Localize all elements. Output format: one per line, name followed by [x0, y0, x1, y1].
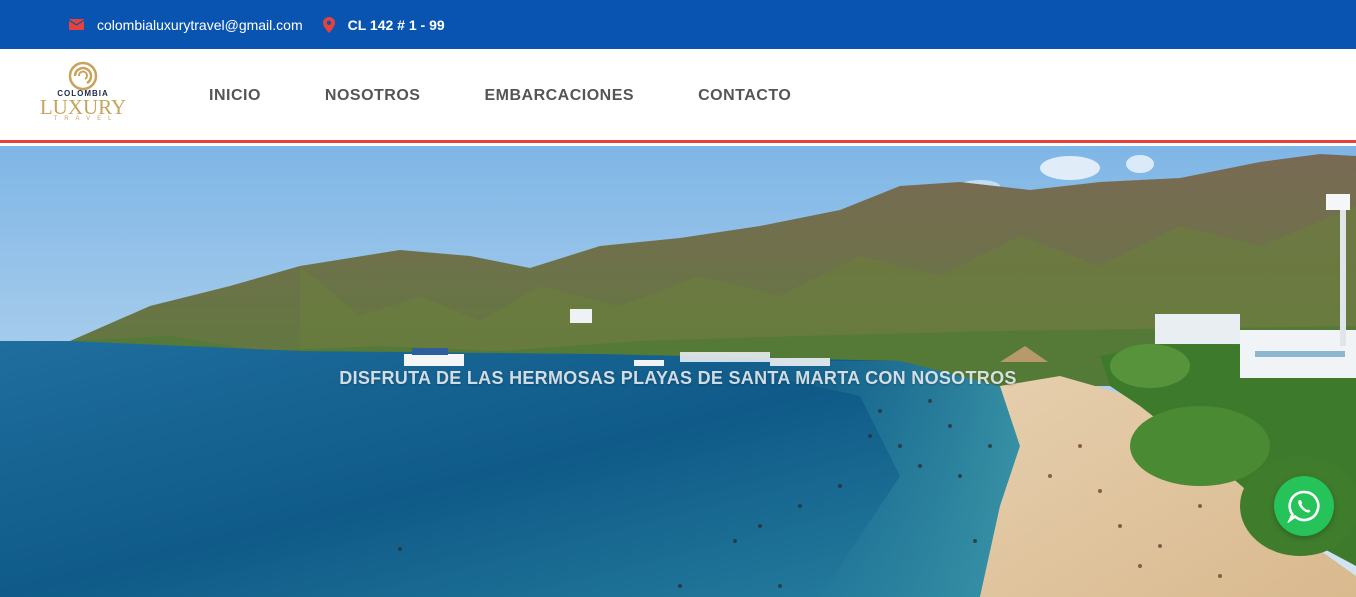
nav-item-contacto[interactable]: CONTACTO	[698, 87, 791, 105]
map-pin-icon	[322, 16, 335, 33]
nav-item-nosotros[interactable]: NOSOTROS	[325, 87, 421, 105]
hero-headline: DISFRUTA DE LAS HERMOSAS PLAYAS DE SANTA…	[339, 368, 1017, 388]
hero-banner: DISFRUTA DE LAS HERMOSAS PLAYAS DE SANTA…	[0, 146, 1356, 597]
nav-item-embarcaciones[interactable]: EMBARCACIONES	[484, 87, 634, 105]
logo-main-text: LUXURY	[39, 95, 127, 119]
whatsapp-button[interactable]	[1274, 476, 1334, 536]
site-logo[interactable]: COLOMBIA LUXURY TRAVEL	[40, 61, 126, 131]
logo-swirl-icon	[68, 61, 98, 91]
nav-item-inicio[interactable]: INICIO	[209, 87, 261, 105]
address-contact: CL 142 # 1 - 99	[322, 16, 445, 33]
email-contact[interactable]: colombialuxurytravel@gmail.com	[69, 17, 303, 33]
envelope-icon	[69, 19, 84, 30]
logo-sub-text: TRAVEL	[53, 116, 119, 122]
email-text: colombialuxurytravel@gmail.com	[97, 16, 303, 33]
main-nav: INICIO NOSOTROS EMBARCACIONES CONTACTO	[209, 87, 855, 105]
site-header: COLOMBIA LUXURY TRAVEL INICIO NOSOTROS E…	[0, 49, 1356, 143]
address-text: CL 142 # 1 - 99	[347, 16, 445, 33]
top-contact-bar: colombialuxurytravel@gmail.com CL 142 # …	[0, 0, 1356, 49]
whatsapp-icon	[1287, 490, 1320, 523]
